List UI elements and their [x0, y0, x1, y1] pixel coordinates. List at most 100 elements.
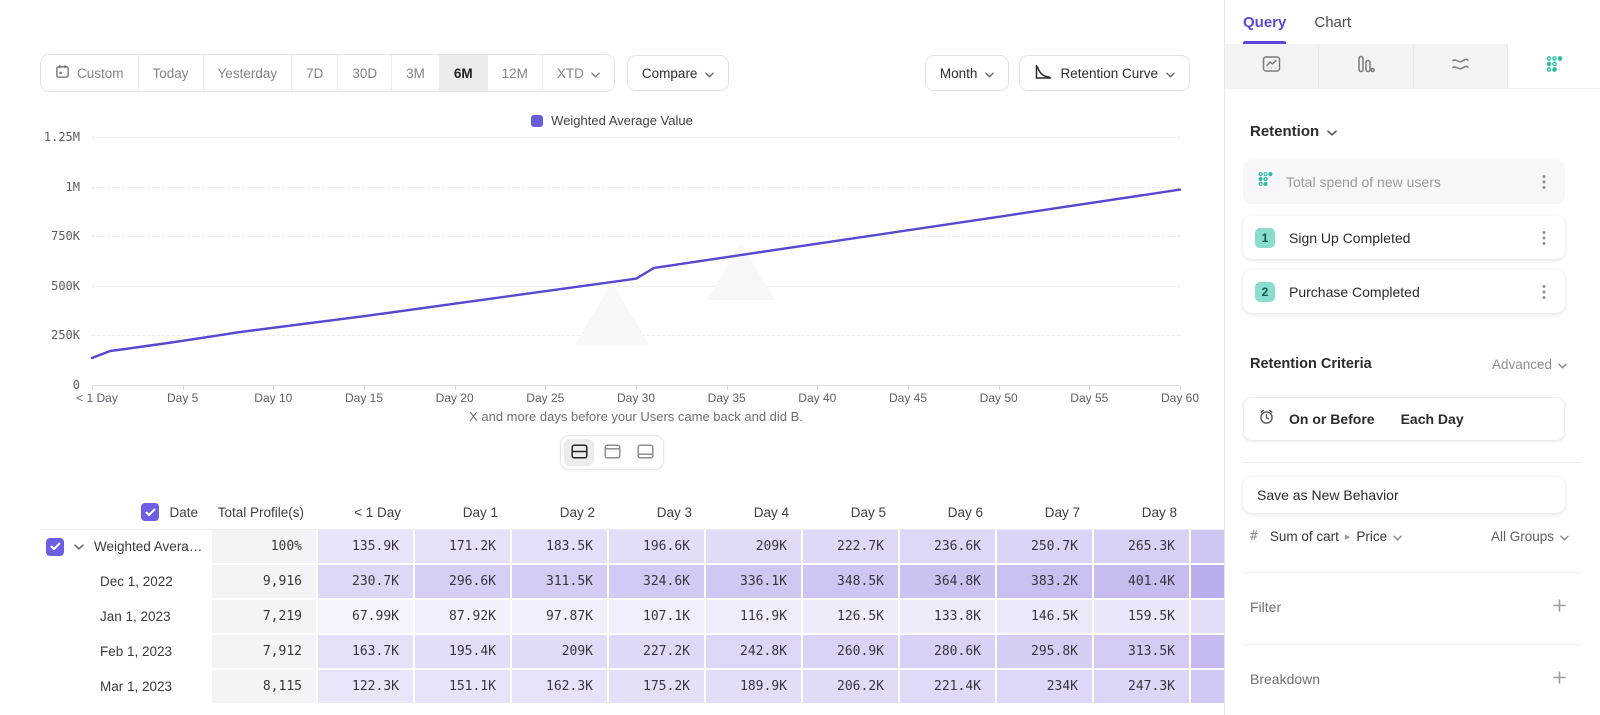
- kebab-menu-icon[interactable]: [1535, 226, 1553, 250]
- row-label: Jan 1, 2023: [40, 600, 212, 635]
- step-event-name: Sign Up Completed: [1289, 230, 1521, 246]
- value-cell: 336.1K: [706, 565, 803, 600]
- x-axis-tick: Day 5: [167, 391, 198, 405]
- value-cell: 162.3K: [512, 670, 609, 705]
- tab-query[interactable]: Query: [1243, 0, 1286, 44]
- tab-chart[interactable]: Chart: [1314, 0, 1351, 44]
- value-cell: 234K: [997, 670, 1094, 705]
- retention-dots-icon: [1257, 171, 1274, 192]
- table-header-row: Date Total Profile(s) < 1 Day Day 1 Day …: [40, 495, 1225, 530]
- granularity-dropdown[interactable]: Month: [925, 55, 1010, 91]
- y-axis-tick: 750K: [0, 229, 80, 243]
- row-label: Mar 1, 2023: [40, 670, 212, 705]
- retention-line: [92, 190, 1180, 358]
- date-range-3m[interactable]: 3M: [392, 55, 440, 91]
- y-axis-tick: 250K: [0, 328, 80, 342]
- criteria-condition-dropdown[interactable]: On or Before: [1289, 411, 1375, 427]
- value-cell: 324.6K: [609, 565, 706, 600]
- measure-property-dropdown[interactable]: Sum of cart ▸ Price: [1270, 529, 1402, 544]
- date-range-30d[interactable]: 30D: [338, 55, 392, 91]
- table-row: Mar 1, 2023 8,115 122.3K 151.1K 162.3K 1…: [40, 670, 1225, 705]
- breakdown-label: Breakdown: [1250, 671, 1320, 687]
- chart-type-dropdown[interactable]: Retention Curve: [1019, 55, 1190, 91]
- row-label: Weighted Average ...: [94, 539, 206, 554]
- value-cell: 133.8K: [900, 600, 997, 635]
- value-cell: 236.6K: [900, 530, 997, 565]
- row-checkbox[interactable]: [46, 538, 64, 556]
- x-axis-tick: Day 35: [708, 391, 746, 405]
- criteria-mode-dropdown[interactable]: Advanced: [1492, 357, 1567, 372]
- column-header: Day 2: [512, 495, 609, 529]
- value-cell: 313.5K: [1094, 635, 1191, 670]
- value-cell: 116.9K: [706, 600, 803, 635]
- value-cell: 175.2K: [609, 670, 706, 705]
- save-as-new-behavior-button[interactable]: Save as New Behavior: [1243, 477, 1565, 513]
- table-only-view-button[interactable]: [630, 439, 660, 466]
- step-event-name: Purchase Completed: [1289, 284, 1521, 300]
- report-type-retention[interactable]: [1507, 44, 1600, 88]
- x-axis-tick: < 1 Day: [76, 391, 118, 405]
- value-cell: 295.8K: [997, 635, 1094, 670]
- clipped-value-cell: [1191, 635, 1225, 670]
- value-cell: 122.3K: [318, 670, 415, 705]
- value-cell: 67.99K: [318, 600, 415, 635]
- step-row-2[interactable]: 2 Purchase Completed: [1243, 270, 1565, 313]
- report-type-funnels[interactable]: [1318, 44, 1412, 88]
- x-axis-tick: Day 25: [526, 391, 564, 405]
- date-range-today[interactable]: Today: [139, 55, 204, 91]
- column-header: Day 3: [609, 495, 706, 529]
- x-axis-tick: Day 55: [1070, 391, 1108, 405]
- criteria-window-dropdown[interactable]: Each Day: [1401, 411, 1464, 427]
- legend-item-weighted-average[interactable]: Weighted Average Value: [531, 113, 693, 128]
- add-filter-button[interactable]: [1547, 595, 1571, 619]
- date-range-7d[interactable]: 7D: [292, 55, 338, 91]
- compare-button[interactable]: Compare: [627, 55, 730, 91]
- value-cell: 159.5K: [1094, 600, 1191, 635]
- report-type-insights[interactable]: [1225, 44, 1318, 88]
- date-range-yesterday[interactable]: Yesterday: [204, 55, 293, 91]
- date-range-xtd[interactable]: XTD: [543, 55, 614, 91]
- bottom-panel-icon: [637, 444, 654, 462]
- date-range-custom[interactable]: Custom: [41, 55, 139, 91]
- numeric-property-icon: #: [1250, 529, 1258, 544]
- date-range-6m[interactable]: 6M: [440, 55, 488, 91]
- groups-dropdown[interactable]: All Groups: [1491, 529, 1569, 544]
- date-range-12m[interactable]: 12M: [488, 55, 543, 91]
- column-header: Day 1: [415, 495, 512, 529]
- table-row: Jan 1, 2023 7,219 67.99K 87.92K 97.87K 1…: [40, 600, 1225, 635]
- report-type-flows[interactable]: [1413, 44, 1507, 88]
- kebab-menu-icon[interactable]: [1535, 280, 1553, 304]
- split-view-button[interactable]: [564, 439, 594, 466]
- column-header: Day 8: [1094, 495, 1191, 529]
- gridline: [92, 137, 1180, 138]
- plus-icon: [1553, 599, 1566, 615]
- value-cell: 227.2K: [609, 635, 706, 670]
- chart-only-view-button[interactable]: [597, 439, 627, 466]
- x-axis-tick: Day 60: [1161, 391, 1199, 405]
- value-cell: 146.5K: [997, 600, 1094, 635]
- report-toolbar: Custom Today Yesterday 7D 30D 3M 6M 12M …: [40, 55, 1190, 91]
- value-cell: 260.9K: [803, 635, 900, 670]
- gridline: [92, 335, 1180, 336]
- gridline: [92, 236, 1180, 237]
- total-cell: 7,219: [212, 600, 318, 635]
- split-view-icon: [571, 444, 588, 462]
- report-section-dropdown[interactable]: Retention: [1250, 123, 1337, 140]
- value-cell: 163.7K: [318, 635, 415, 670]
- select-all-checkbox[interactable]: [141, 503, 159, 521]
- expand-row-icon[interactable]: [74, 544, 84, 550]
- column-header: Day 4: [706, 495, 803, 529]
- kebab-menu-icon[interactable]: [1535, 170, 1553, 194]
- column-header: Day 5: [803, 495, 900, 529]
- total-cell: 100%: [212, 530, 318, 565]
- step-row-1[interactable]: 1 Sign Up Completed: [1243, 216, 1565, 259]
- x-axis-caption: X and more days before your Users came b…: [92, 409, 1180, 424]
- total-cell: 9,916: [212, 565, 318, 600]
- criteria-card: On or Before Each Day: [1243, 397, 1565, 441]
- behavior-card[interactable]: Total spend of new users: [1243, 159, 1565, 204]
- table-row: Feb 1, 2023 7,912 163.7K 195.4K 209K 227…: [40, 635, 1225, 670]
- x-axis-tick: Day 10: [254, 391, 292, 405]
- add-breakdown-button[interactable]: [1547, 667, 1571, 691]
- value-cell: 151.1K: [415, 670, 512, 705]
- value-cell: 107.1K: [609, 600, 706, 635]
